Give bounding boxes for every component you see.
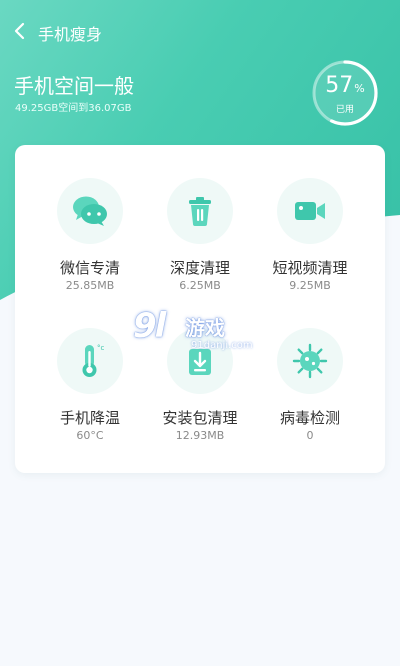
tool-icon-background: [57, 178, 123, 244]
tool-label: 短视频清理: [272, 259, 348, 277]
tool-value: 0: [306, 429, 314, 442]
tool-phone-cooling[interactable]: °c 手机降温 60°C: [35, 295, 145, 442]
package-icon: [189, 349, 211, 375]
tool-virus-scan[interactable]: 病毒检测 0: [255, 295, 365, 442]
wechat-icon: [73, 196, 107, 226]
usage-percent: 57%: [310, 73, 380, 98]
chevron-left-icon: [14, 22, 25, 40]
trash-icon: [189, 197, 211, 226]
svg-text:°c: °c: [97, 344, 105, 352]
storage-status-title: 手机空间一般: [14, 74, 134, 98]
usage-percent-value: 57: [325, 73, 354, 98]
video-camera-icon: [295, 202, 325, 220]
tool-package-clean[interactable]: 安装包清理 12.93MB: [145, 295, 255, 442]
usage-label: 已用: [335, 105, 354, 115]
cleanup-tools-card: 微信专清 25.85MB 深度清理 6.25MB 短视频清理 9.25MB °c…: [15, 145, 385, 473]
storage-summary: 49.25GB空间到36.07GB: [15, 103, 132, 114]
tool-label: 病毒检测: [279, 409, 340, 427]
tool-icon-background: [277, 328, 343, 394]
top-bar: 手机瘦身: [0, 18, 400, 46]
storage-usage-gauge: 57% 已用: [310, 58, 380, 128]
tool-icon-background: °c: [57, 328, 123, 394]
tool-short-video-clean[interactable]: 短视频清理 9.25MB: [255, 145, 365, 292]
tool-icon-background: [167, 178, 233, 244]
tool-wechat-clean[interactable]: 微信专清 25.85MB: [35, 145, 145, 292]
back-button[interactable]: [12, 22, 30, 40]
thermometer-icon: °c: [82, 344, 105, 377]
tool-deep-clean[interactable]: 深度清理 6.25MB: [145, 145, 255, 292]
tool-value: 9.25MB: [289, 279, 331, 292]
virus-icon: [292, 343, 328, 379]
tool-icon-background: [167, 328, 233, 394]
tool-icon-background: [277, 178, 343, 244]
page-title: 手机瘦身: [38, 25, 103, 44]
usage-percent-unit: %: [354, 82, 365, 95]
